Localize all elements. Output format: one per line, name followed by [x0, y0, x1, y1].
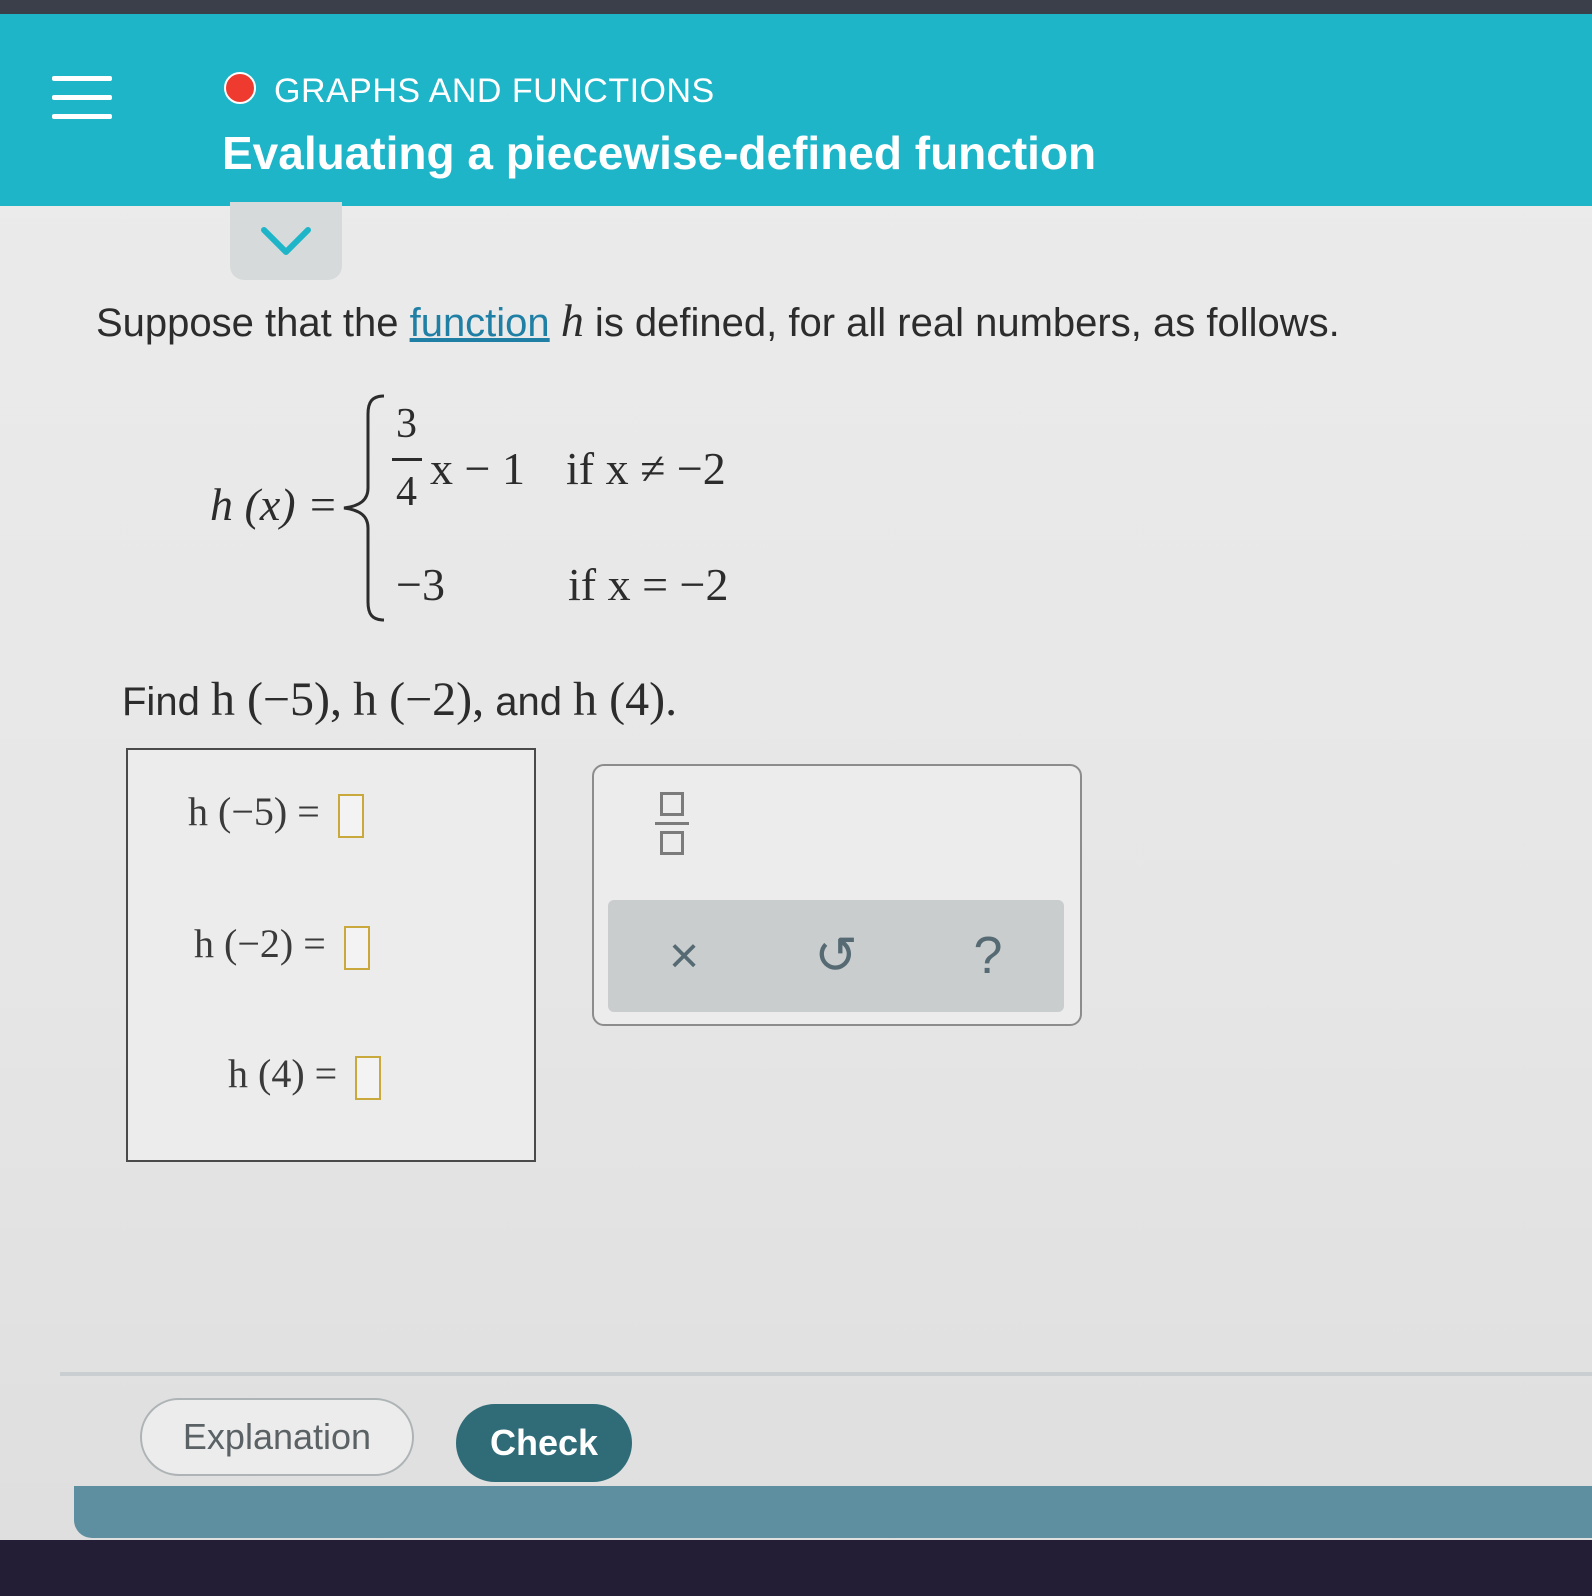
question-icon: ? [973, 927, 1003, 985]
problem-prompt: Suppose that the function h is defined, … [96, 294, 1340, 347]
fraction-bar [392, 458, 422, 461]
answer-row-2: h (−2) = [194, 920, 370, 970]
close-icon: × [668, 927, 700, 985]
topic-category: GRAPHS AND FUNCTIONS [274, 72, 715, 110]
chevron-down-icon [261, 227, 311, 255]
answer-row-1: h (−5) = [188, 788, 364, 838]
prompt-text-start: Suppose that the [96, 301, 410, 345]
header-bar: GRAPHS AND FUNCTIONS Evaluating a piecew… [0, 14, 1592, 206]
collapse-button[interactable] [230, 202, 342, 280]
answer-input-1[interactable] [337, 793, 364, 838]
left-brace [343, 394, 385, 622]
find-label: Find [122, 680, 200, 724]
check-button[interactable]: Check [456, 1404, 632, 1482]
find-and: and [495, 680, 563, 724]
answer-label-1: h (−5) = [188, 789, 320, 834]
case2-expression: −3 [396, 559, 445, 610]
bottom-bar [74, 1486, 1592, 1538]
find-instruction: Find h (−5), h (−2), and h (4). [122, 672, 677, 727]
case1-condition: if x ≠ −2 [566, 443, 726, 494]
topic-title: Evaluating a piecewise-defined function [222, 127, 1097, 179]
prompt-text-end: is defined, for all real numbers, as fol… [583, 301, 1340, 345]
case2-condition: if x = −2 [568, 559, 729, 610]
taskbar-dock [0, 1540, 1592, 1596]
hamburger-icon[interactable] [52, 76, 112, 136]
explanation-button[interactable]: Explanation [140, 1398, 414, 1476]
undo-icon: ↺ [814, 927, 858, 985]
screen: GRAPHS AND FUNCTIONS Evaluating a piecew… [0, 0, 1592, 1596]
function-variable: h [560, 295, 584, 346]
answer-input-3[interactable] [355, 1055, 382, 1100]
help-button[interactable]: ? [912, 900, 1064, 1012]
answer-row-3: h (4) = [228, 1050, 382, 1100]
undo-button[interactable]: ↺ [760, 900, 912, 1012]
answer-box: h (−5) = h (−2) = h (4) = [126, 748, 536, 1162]
fraction-denominator: 4 [396, 469, 417, 515]
function-link[interactable]: function [410, 301, 550, 345]
find-h2: h (−2), [353, 673, 485, 726]
formula-lhs: h (x) = [210, 479, 339, 530]
fraction-numerator: 3 [396, 401, 417, 447]
clear-button[interactable]: × [608, 900, 760, 1012]
piecewise-formula: h (x) = 3 4 x − 1 if x ≠ −2 −3 if x = −2 [210, 390, 770, 630]
find-h1: h (−5), [210, 673, 342, 726]
keypad-actions: × ↺ ? [608, 900, 1064, 1012]
answer-label-3: h (4) = [228, 1051, 338, 1096]
find-h3: h (4). [573, 673, 678, 726]
case1-expression: x − 1 [430, 443, 525, 494]
math-keypad: × ↺ ? [592, 764, 1082, 1026]
fraction-icon[interactable] [652, 792, 692, 862]
window-top-edge [0, 0, 1592, 14]
footer-divider [60, 1372, 1592, 1376]
answer-input-2[interactable] [343, 925, 370, 970]
answer-label-2: h (−2) = [194, 921, 326, 966]
status-dot [224, 72, 256, 104]
